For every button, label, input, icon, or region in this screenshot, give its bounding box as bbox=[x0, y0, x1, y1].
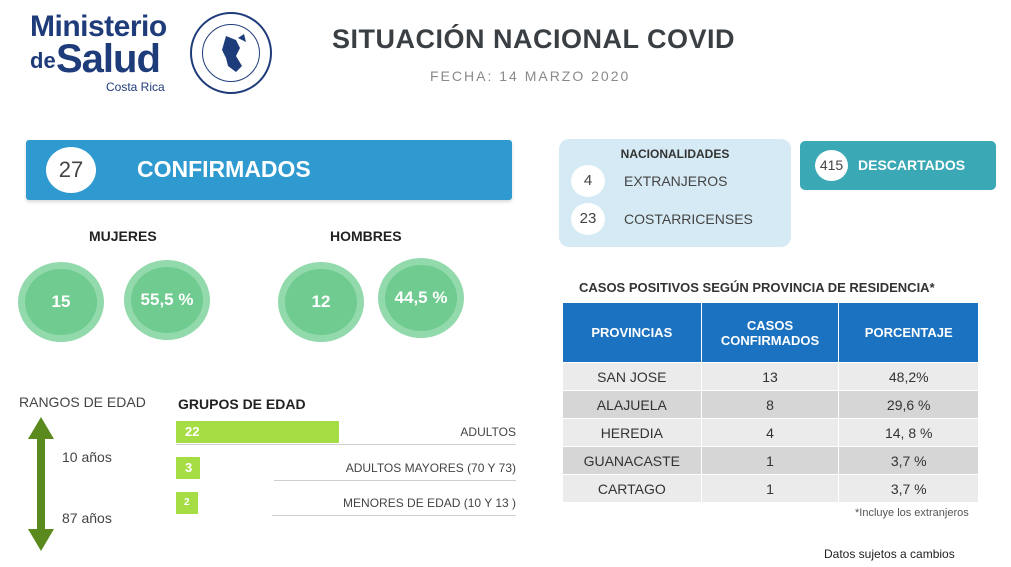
edad-minima: 10 años bbox=[62, 449, 112, 465]
disclaimer: Datos sujetos a cambios bbox=[824, 547, 955, 561]
page-title: SITUACIÓN NACIONAL COVID bbox=[332, 24, 736, 54]
logo-line-salud: Salud bbox=[56, 37, 161, 81]
provincias-table-title: CASOS POSITIVOS SEGÚN PROVINCIA DE RESID… bbox=[579, 280, 935, 295]
logo-line-de: de bbox=[30, 48, 56, 73]
nacionalidades-panel: NACIONALIDADES 4 EXTRANJEROS 23 COSTARRI… bbox=[559, 139, 791, 247]
hombres-count: 12 bbox=[285, 269, 357, 335]
hombres-label: HOMBRES bbox=[330, 228, 402, 244]
hombres-percent: 44,5 % bbox=[385, 265, 457, 331]
province-percent: 14, 8 % bbox=[838, 418, 979, 447]
table-row: HEREDIA 4 14, 8 % bbox=[562, 418, 979, 447]
province-percent: 48,2% bbox=[838, 362, 979, 391]
table-row: ALAJUELA 8 29,6 % bbox=[562, 390, 979, 419]
column-header-provincias: PROVINCIAS bbox=[562, 302, 702, 363]
hombres-percent-circle: 44,5 % bbox=[378, 258, 464, 338]
grupo-label: ADULTOS MAYORES (70 Y 73) bbox=[345, 461, 516, 475]
grupo-bar: 22 bbox=[176, 421, 339, 443]
grupo-edad-row: 2 MENORES DE EDAD (10 Y 13 ) bbox=[176, 492, 516, 516]
table-row: CARTAGO 1 3,7 % bbox=[562, 474, 979, 503]
report-date: FECHA: 14 MARZO 2020 bbox=[430, 68, 631, 84]
descartados-panel: 415 DESCARTADOS bbox=[800, 141, 996, 190]
ministry-seal-icon bbox=[190, 12, 272, 94]
mujeres-percent-circle: 55,5 % bbox=[124, 260, 210, 340]
confirmados-banner: 27 CONFIRMADOS bbox=[26, 140, 512, 200]
grupo-edad-row: 22 ADULTOS bbox=[176, 421, 516, 445]
province-name: CARTAGO bbox=[562, 474, 702, 503]
grupo-bar: 3 bbox=[176, 457, 200, 479]
mujeres-count-circle: 15 bbox=[18, 262, 104, 342]
province-name: SAN JOSE bbox=[562, 362, 702, 391]
mujeres-count: 15 bbox=[25, 269, 97, 335]
table-row: GUANACASTE 1 3,7 % bbox=[562, 446, 979, 475]
province-name: HEREDIA bbox=[562, 418, 702, 447]
province-percent: 29,6 % bbox=[838, 390, 979, 419]
mujeres-percent: 55,5 % bbox=[131, 267, 203, 333]
mujeres-label: MUJERES bbox=[89, 228, 157, 244]
grupo-label: ADULTOS bbox=[460, 425, 516, 439]
grupos-edad-title: GRUPOS DE EDAD bbox=[178, 396, 306, 412]
column-header-casos-text: CASOS CONFIRMADOS bbox=[720, 317, 820, 348]
hombres-count-circle: 12 bbox=[278, 262, 364, 342]
descartados-label: DESCARTADOS bbox=[858, 157, 966, 173]
rangos-edad-label: RANGOS DE EDAD bbox=[19, 394, 146, 410]
province-cases: 4 bbox=[700, 418, 840, 447]
grupo-bar: 2 bbox=[176, 492, 198, 514]
confirmados-label: CONFIRMADOS bbox=[137, 156, 311, 182]
confirmados-count: 27 bbox=[46, 147, 96, 193]
column-header-casos: CASOS CONFIRMADOS bbox=[700, 302, 840, 363]
province-cases: 1 bbox=[700, 474, 840, 503]
costarricenses-label: COSTARRICENSES bbox=[624, 211, 753, 227]
extranjeros-count: 4 bbox=[571, 165, 605, 197]
edad-maxima: 87 años bbox=[62, 510, 112, 526]
extranjeros-label: EXTRANJEROS bbox=[624, 173, 728, 189]
grupo-edad-row: 3 ADULTOS MAYORES (70 Y 73) bbox=[176, 457, 516, 481]
province-percent: 3,7 % bbox=[838, 474, 979, 503]
province-name: GUANACASTE bbox=[562, 446, 702, 475]
nacionalidades-title: NACIONALIDADES bbox=[620, 147, 730, 161]
province-percent: 3,7 % bbox=[838, 446, 979, 475]
double-arrow-icon bbox=[28, 417, 54, 551]
province-cases: 1 bbox=[700, 446, 840, 475]
descartados-count: 415 bbox=[815, 150, 848, 181]
province-cases: 13 bbox=[700, 362, 840, 391]
column-header-porcentaje: PORCENTAJE bbox=[838, 302, 979, 363]
provincias-table: PROVINCIAS CASOS CONFIRMADOS PORCENTAJE … bbox=[562, 302, 979, 503]
grupo-label: MENORES DE EDAD (10 Y 13 ) bbox=[343, 496, 516, 510]
logo-country: Costa Rica bbox=[106, 80, 165, 94]
costarricenses-count: 23 bbox=[571, 203, 605, 235]
table-footnote: *Incluye los extranjeros bbox=[855, 507, 969, 519]
province-cases: 8 bbox=[700, 390, 840, 419]
table-row: SAN JOSE 13 48,2% bbox=[562, 362, 979, 391]
ministerio-logo: Ministerio de Salud Costa Rica bbox=[18, 8, 278, 98]
province-name: ALAJUELA bbox=[562, 390, 702, 419]
